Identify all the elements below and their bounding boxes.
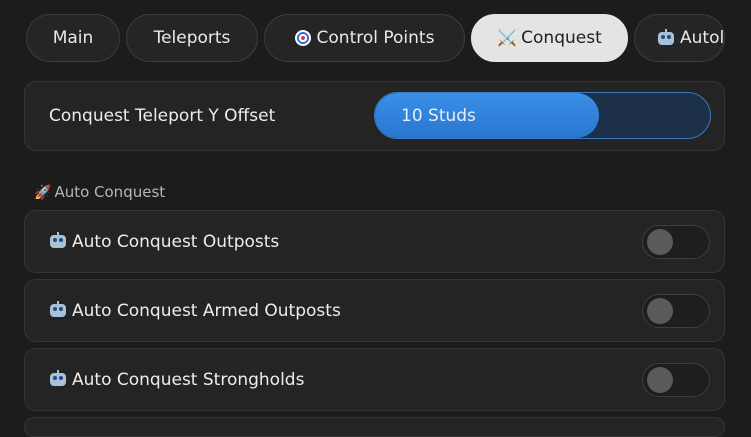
offset-setting-card: Conquest Teleport Y Offset 10 Studs [24, 81, 725, 151]
auto-conquest-outposts-toggle[interactable] [642, 224, 710, 259]
tab-teleports-label: Teleports [153, 28, 231, 48]
toggle-label-text: Auto Conquest Strongholds [72, 369, 305, 390]
section-header-auto-conquest: 🚀 Auto Conquest [34, 183, 165, 201]
tab-control-points[interactable]: Control Points [264, 14, 465, 62]
toggle-row-partial [24, 417, 725, 437]
tab-bar: Main Teleports Control Points ⚔️ Conques… [26, 14, 751, 62]
target-icon [294, 30, 311, 46]
tab-auto-label: Autol [680, 28, 725, 48]
offset-setting-label: Conquest Teleport Y Offset [49, 106, 276, 126]
slider-value: 10 Studs [401, 105, 476, 126]
toggle-label-text: Auto Conquest Armed Outposts [72, 300, 341, 321]
toggle-row: Auto Conquest Strongholds [24, 348, 725, 411]
section-title: Auto Conquest [54, 183, 166, 201]
tab-conquest-label: Conquest [521, 28, 602, 48]
robot-icon [49, 300, 67, 318]
toggle-label: Auto Conquest Outposts [49, 231, 280, 252]
toggle-knob [647, 228, 673, 255]
crossed-swords-icon: ⚔️ [497, 28, 518, 47]
tab-main-label: Main [52, 28, 94, 48]
tab-teleports[interactable]: Teleports [126, 14, 258, 62]
robot-icon [657, 29, 675, 46]
robot-icon [49, 369, 67, 387]
toggle-row: Auto Conquest Outposts [24, 210, 725, 273]
tab-auto[interactable]: Autol [634, 14, 726, 62]
tab-conquest[interactable]: ⚔️ Conquest [471, 14, 628, 62]
auto-conquest-strongholds-toggle[interactable] [642, 362, 710, 397]
auto-conquest-armed-outposts-toggle[interactable] [642, 293, 710, 328]
toggle-knob [647, 297, 673, 324]
offset-slider[interactable]: 10 Studs [374, 92, 711, 139]
tab-main[interactable]: Main [26, 14, 120, 62]
toggle-row: Auto Conquest Armed Outposts [24, 279, 725, 342]
toggle-label: Auto Conquest Armed Outposts [49, 300, 341, 321]
toggle-label: Auto Conquest Strongholds [49, 369, 305, 390]
toggle-label-text: Auto Conquest Outposts [72, 231, 280, 252]
tab-control-points-label: Control Points [316, 28, 435, 48]
toggle-knob [647, 366, 673, 393]
robot-icon [49, 231, 67, 249]
rocket-icon: 🚀 [34, 185, 52, 201]
